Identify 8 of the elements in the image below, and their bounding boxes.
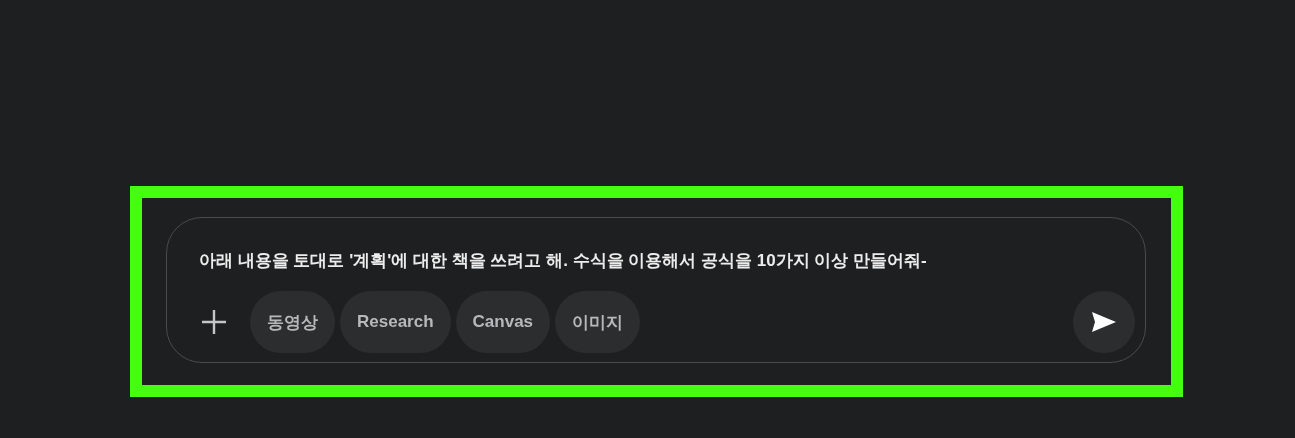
tool-chip[interactable]: Canvas	[455, 291, 551, 353]
tool-chip[interactable]: 동영상	[250, 291, 335, 353]
tool-chip[interactable]: 이미지	[555, 291, 641, 353]
plus-icon	[201, 309, 227, 335]
send-icon	[1091, 311, 1117, 333]
prompt-box[interactable]: 아래 내용을 토대로 '계획'에 대한 책을 쓰려고 해. 수식을 이용해서 공식을 10가지 이상 만들어줘- 동영상 Research Canvas 이미지	[166, 217, 1146, 363]
tool-chip[interactable]: Research	[340, 291, 451, 353]
prompt-text: 아래 내용을 토대로 '계획'에 대한 책을 쓰려고 해. 수식을 이용해서 공식을 10가지 이상 만들어줘-	[198, 250, 928, 272]
